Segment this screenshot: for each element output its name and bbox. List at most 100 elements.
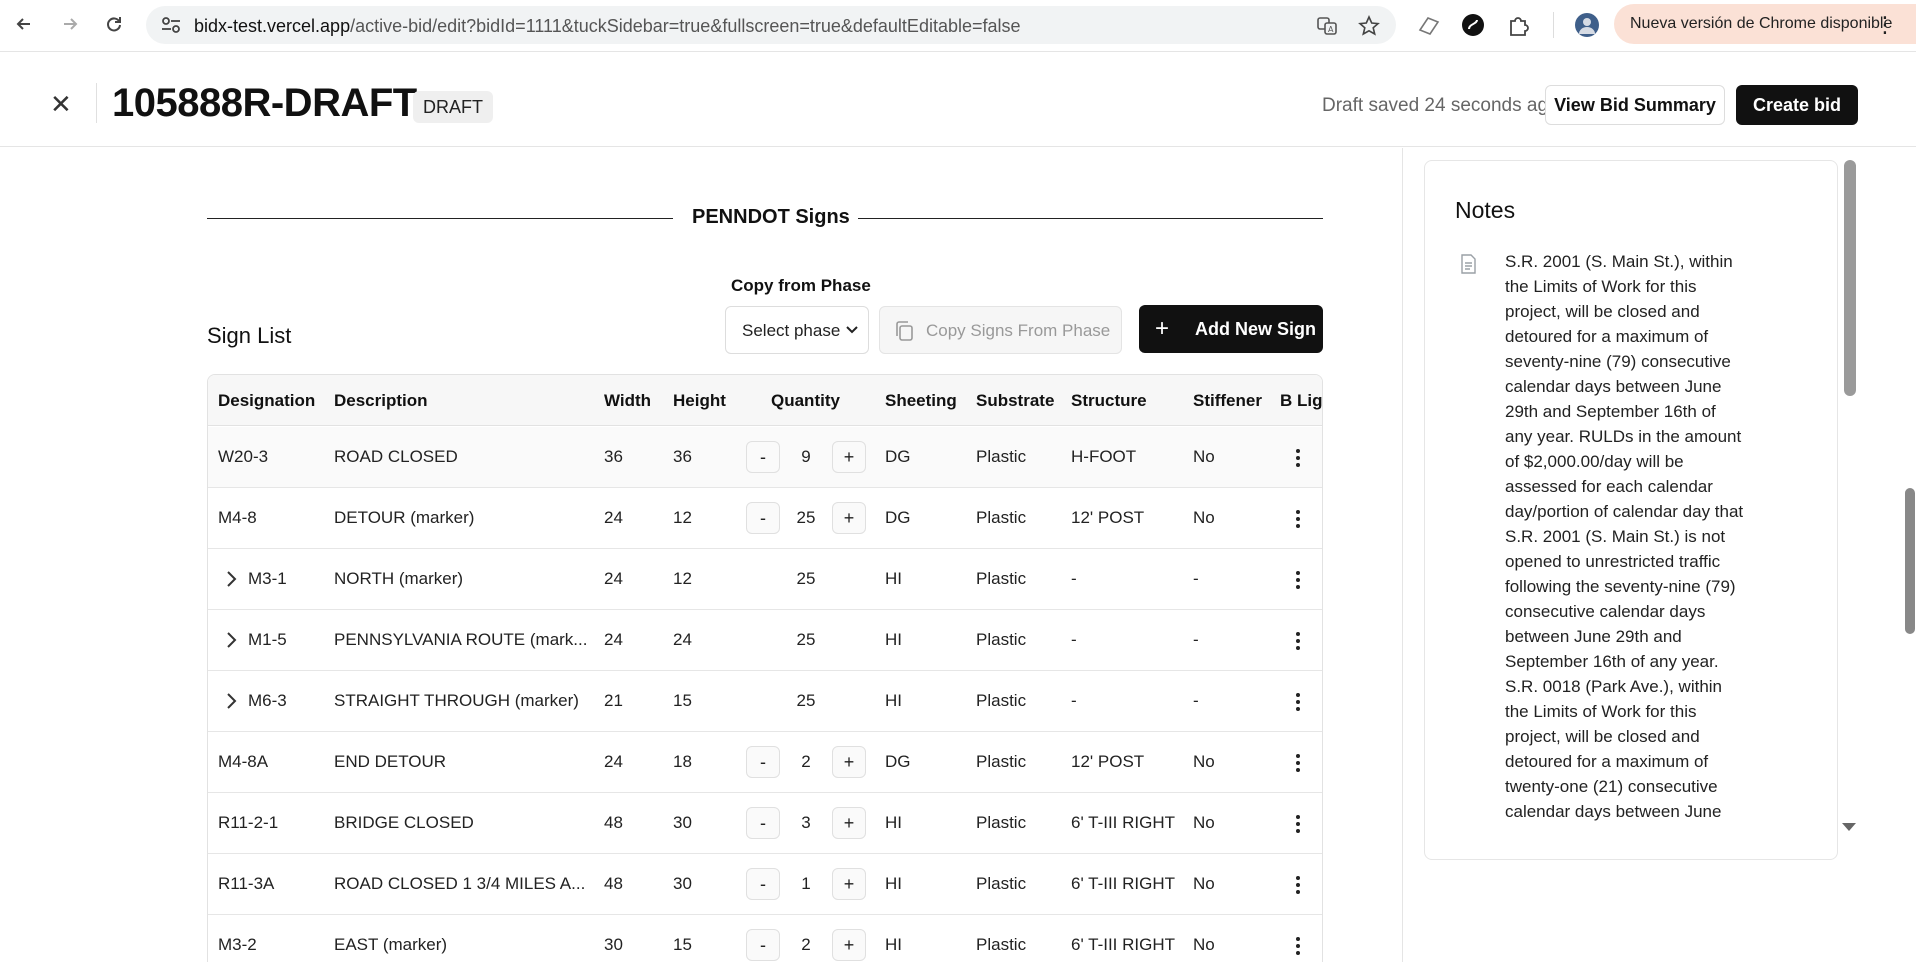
- increment-button[interactable]: +: [832, 502, 866, 534]
- increment-button[interactable]: +: [832, 746, 866, 778]
- increment-button[interactable]: +: [832, 441, 866, 473]
- header-description[interactable]: Description: [334, 391, 428, 411]
- url-text[interactable]: bidx-test.vercel.app/active-bid/edit?bid…: [194, 16, 1021, 37]
- phase-select[interactable]: Select phase: [725, 306, 869, 354]
- header-stiffener[interactable]: Stiffener: [1193, 391, 1262, 411]
- cell-stiffener: No: [1193, 447, 1215, 466]
- increment-button[interactable]: +: [832, 807, 866, 839]
- quantity-value[interactable]: 3: [791, 813, 821, 833]
- header-height[interactable]: Height: [673, 391, 726, 411]
- row-actions-icon[interactable]: [1295, 874, 1301, 894]
- translate-icon[interactable]: A: [1316, 15, 1338, 37]
- cell-description: STRAIGHT THROUGH (marker): [334, 691, 579, 710]
- quantity-value: 25: [796, 691, 816, 710]
- chevron-right-icon[interactable]: [222, 691, 240, 711]
- header-sheeting[interactable]: Sheeting: [885, 391, 957, 411]
- table-row[interactable]: M3-1 NORTH (marker) 24 12 HI Plastic - - 25: [208, 549, 1322, 610]
- cell-height: 30: [673, 874, 692, 893]
- header-designation[interactable]: Designation: [218, 391, 315, 411]
- header-substrate[interactable]: Substrate: [976, 391, 1054, 411]
- cell-substrate: Plastic: [976, 691, 1027, 710]
- cell-designation: M4-8: [218, 508, 257, 527]
- cell-width: 24: [604, 630, 623, 649]
- create-bid-button[interactable]: Create bid: [1736, 85, 1858, 125]
- add-new-sign-button[interactable]: + Add New Sign: [1139, 305, 1323, 353]
- bookmark-star-icon[interactable]: [1358, 15, 1380, 37]
- back-icon[interactable]: [10, 10, 38, 38]
- table-row[interactable]: M4-8 DETOUR (marker) 24 12 DG Plastic 12' POST…: [208, 488, 1322, 549]
- cell-sheeting: HI: [885, 691, 902, 710]
- quantity-value[interactable]: 1: [791, 874, 821, 894]
- notes-scrollbar-thumb[interactable]: [1844, 160, 1856, 396]
- scroll-down-arrow-icon[interactable]: [1841, 822, 1857, 832]
- cell-structure: -: [1071, 630, 1077, 649]
- header-quantity[interactable]: Quantity: [771, 391, 840, 411]
- cell-stiffener: No: [1193, 752, 1215, 771]
- reload-icon[interactable]: [100, 10, 128, 38]
- header-divider: [96, 83, 97, 123]
- quantity-value[interactable]: 9: [791, 447, 821, 467]
- cell-width: 24: [604, 569, 623, 588]
- browser-toolbar: bidx-test.vercel.app/active-bid/edit?bid…: [0, 0, 1916, 52]
- extensions-puzzle-icon[interactable]: [1506, 12, 1532, 38]
- more-vert-icon[interactable]: ⋮: [1874, 12, 1896, 38]
- copy-signs-from-phase-button[interactable]: Copy Signs From Phase: [879, 306, 1122, 354]
- increment-button[interactable]: +: [832, 868, 866, 900]
- table-row[interactable]: M3-2 EAST (marker) 30 15 HI Plastic 6' T-III R…: [208, 915, 1322, 962]
- chevron-right-icon[interactable]: [222, 569, 240, 589]
- forward-icon[interactable]: [56, 10, 84, 38]
- close-icon[interactable]: ✕: [50, 91, 72, 117]
- row-actions-icon[interactable]: [1295, 691, 1301, 711]
- table-row[interactable]: M6-3 STRAIGHT THROUGH (marker) 21 15 HI Plast…: [208, 671, 1322, 732]
- decrement-button[interactable]: -: [746, 868, 780, 900]
- profile-avatar-icon[interactable]: [1574, 12, 1600, 38]
- increment-button[interactable]: +: [832, 929, 866, 961]
- chrome-update-button[interactable]: Nueva versión de Chrome disponible ⋮: [1614, 4, 1916, 44]
- header-structure[interactable]: Structure: [1071, 391, 1147, 411]
- section-divider-right: [858, 218, 1323, 219]
- quantity-value[interactable]: 2: [791, 752, 821, 772]
- update-label: Nueva versión de Chrome disponible: [1630, 15, 1893, 32]
- row-actions-icon[interactable]: [1295, 508, 1301, 528]
- cell-sheeting: DG: [885, 508, 911, 527]
- cell-description: ROAD CLOSED 1 3/4 MILES A...: [334, 874, 586, 893]
- table-row[interactable]: W20-3 ROAD CLOSED 36 36 DG Plastic H-FOOT No - +9: [208, 427, 1322, 488]
- row-actions-icon[interactable]: [1295, 447, 1301, 467]
- view-bid-summary-button[interactable]: View Bid Summary: [1545, 85, 1725, 125]
- extension-icon[interactable]: [1416, 12, 1442, 38]
- site-settings-icon[interactable]: [160, 15, 182, 35]
- row-actions-icon[interactable]: [1295, 813, 1301, 833]
- cell-height: 18: [673, 752, 692, 771]
- extension-spiral-icon[interactable]: [1460, 12, 1486, 38]
- header-b-lights[interactable]: B Ligh: [1280, 391, 1322, 411]
- decrement-button[interactable]: -: [746, 929, 780, 961]
- chevron-right-icon[interactable]: [222, 630, 240, 650]
- header-width[interactable]: Width: [604, 391, 651, 411]
- decrement-button[interactable]: -: [746, 441, 780, 473]
- quantity-value[interactable]: 25: [791, 508, 821, 528]
- decrement-button[interactable]: -: [746, 746, 780, 778]
- url-host: bidx-test.vercel.app: [194, 16, 351, 36]
- quantity-value[interactable]: 2: [791, 935, 821, 955]
- cell-stiffener: -: [1193, 630, 1199, 649]
- status-badge: DRAFT: [413, 91, 493, 123]
- page-scrollbar-thumb[interactable]: [1905, 488, 1915, 634]
- cell-designation: M4-8A: [218, 752, 269, 771]
- cell-substrate: Plastic: [976, 813, 1027, 832]
- table-row[interactable]: M1-5 PENNSYLVANIA ROUTE (mark... 24 24 HI Pla…: [208, 610, 1322, 671]
- table-row[interactable]: R11-2-1 BRIDGE CLOSED 48 30 HI Plastic 6' T-II…: [208, 793, 1322, 854]
- decrement-button[interactable]: -: [746, 807, 780, 839]
- page-title: 105888R-DRAFT: [112, 81, 417, 125]
- row-actions-icon[interactable]: [1295, 752, 1301, 772]
- cell-substrate: Plastic: [976, 874, 1027, 893]
- address-bar[interactable]: bidx-test.vercel.app/active-bid/edit?bid…: [146, 6, 1396, 44]
- table-row[interactable]: M4-8A END DETOUR 24 18 DG Plastic 12' POST No - +…: [208, 732, 1322, 793]
- table-row[interactable]: R11-3A ROAD CLOSED 1 3/4 MILES A... 48 30 HI…: [208, 854, 1322, 915]
- row-actions-icon[interactable]: [1295, 569, 1301, 589]
- cell-stiffener: -: [1193, 569, 1199, 588]
- row-actions-icon[interactable]: [1295, 935, 1301, 955]
- decrement-button[interactable]: -: [746, 502, 780, 534]
- cell-width: 21: [604, 691, 623, 710]
- row-actions-icon[interactable]: [1295, 630, 1301, 650]
- cell-substrate: Plastic: [976, 935, 1027, 954]
